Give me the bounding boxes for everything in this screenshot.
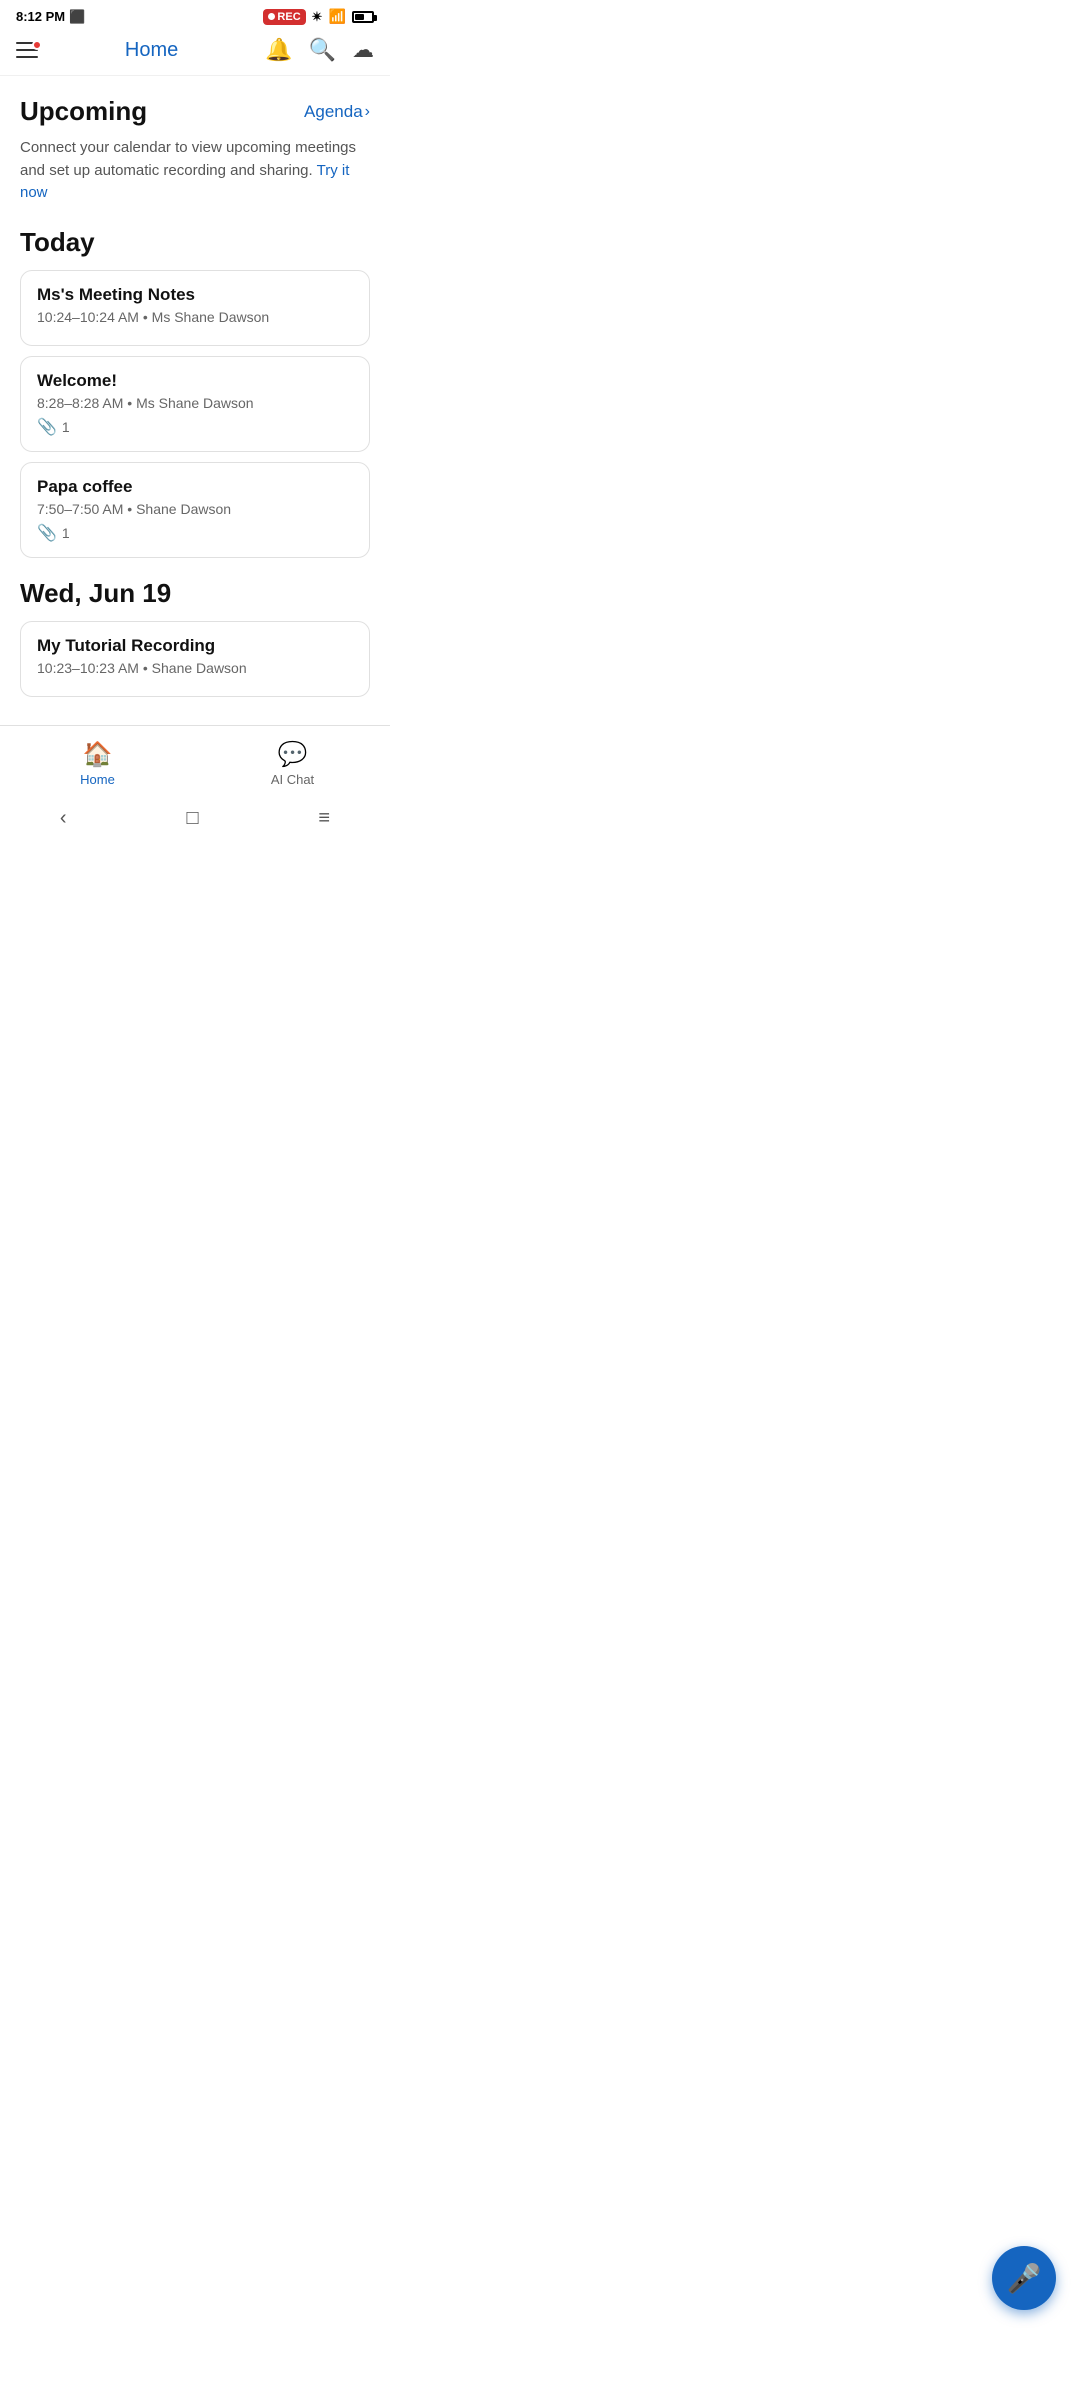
home-icon: 🏠	[83, 740, 113, 769]
status-bar: 8:12 PM ⬛ REC ✴ 📶	[0, 0, 390, 29]
clip-icon: 📎	[37, 417, 57, 437]
meeting-card[interactable]: My Tutorial Recording 10:23–10:23 AM • S…	[20, 621, 370, 697]
upcoming-title: Upcoming	[20, 96, 147, 127]
chat-icon: 💬	[278, 740, 308, 769]
nav-action-icons: 🔔 🔍 ☁	[265, 37, 374, 63]
home-button[interactable]: □	[186, 807, 198, 830]
meeting-time: 8:28–8:28 AM • Ms Shane Dawson	[37, 395, 353, 411]
rec-badge: REC	[263, 9, 305, 25]
search-icon[interactable]: 🔍	[309, 37, 336, 63]
status-time-area: 8:12 PM ⬛	[16, 9, 85, 25]
bottom-nav: 🏠 Home 💬 AI Chat	[0, 725, 390, 797]
page-title: Home	[125, 39, 178, 62]
bell-icon[interactable]: 🔔	[265, 37, 292, 63]
bottom-nav-home[interactable]: 🏠 Home	[0, 736, 195, 791]
clip-icon: 📎	[37, 523, 57, 543]
rec-dot	[268, 13, 275, 20]
hamburger-menu-button[interactable]	[16, 42, 38, 58]
agenda-link[interactable]: Agenda ›	[304, 102, 370, 122]
battery-icon	[352, 11, 374, 23]
meeting-time: 10:24–10:24 AM • Ms Shane Dawson	[37, 309, 353, 325]
cloud-upload-icon[interactable]: ☁	[352, 37, 374, 63]
home-nav-label: Home	[80, 772, 115, 787]
ai-chat-nav-label: AI Chat	[271, 772, 314, 787]
connect-message: Connect your calendar to view upcoming m…	[20, 137, 370, 205]
meeting-name: My Tutorial Recording	[37, 636, 353, 656]
recents-button[interactable]: ≡	[318, 807, 330, 830]
meeting-name: Ms's Meeting Notes	[37, 285, 353, 305]
status-time: 8:12 PM	[16, 9, 65, 24]
today-title: Today	[20, 227, 370, 258]
status-icons-area: REC ✴ 📶	[263, 8, 374, 25]
meeting-time: 7:50–7:50 AM • Shane Dawson	[37, 501, 353, 517]
video-call-icon: ⬛	[69, 9, 85, 25]
meeting-time: 10:23–10:23 AM • Shane Dawson	[37, 660, 353, 676]
upcoming-section: Upcoming Agenda › Connect your calendar …	[20, 96, 370, 205]
agenda-chevron-icon: ›	[365, 103, 370, 121]
meeting-name: Welcome!	[37, 371, 353, 391]
record-fab-button[interactable]: 🎤	[992, 2246, 1056, 2310]
wifi-icon: 📶	[329, 8, 346, 25]
upcoming-header: Upcoming Agenda ›	[20, 96, 370, 127]
notification-dot	[32, 40, 42, 50]
bottom-nav-ai-chat[interactable]: 💬 AI Chat	[195, 736, 390, 791]
meeting-card[interactable]: Ms's Meeting Notes 10:24–10:24 AM • Ms S…	[20, 270, 370, 346]
top-nav: Home 🔔 🔍 ☁	[0, 29, 390, 76]
date-section: Wed, Jun 19 My Tutorial Recording 10:23–…	[20, 578, 370, 697]
today-section: Today Ms's Meeting Notes 10:24–10:24 AM …	[20, 227, 370, 558]
clips-count: 📎 1	[37, 417, 353, 437]
meeting-name: Papa coffee	[37, 477, 353, 497]
meeting-card[interactable]: Papa coffee 7:50–7:50 AM • Shane Dawson …	[20, 462, 370, 558]
main-content: Upcoming Agenda › Connect your calendar …	[0, 76, 390, 725]
bluetooth-icon: ✴	[312, 9, 323, 25]
system-nav-bar: ‹ □ ≡	[0, 797, 390, 844]
clips-count: 📎 1	[37, 523, 353, 543]
meeting-card[interactable]: Welcome! 8:28–8:28 AM • Ms Shane Dawson …	[20, 356, 370, 452]
microphone-icon: 🎤	[1007, 2262, 1042, 2295]
date-title: Wed, Jun 19	[20, 578, 370, 609]
back-button[interactable]: ‹	[60, 807, 67, 830]
